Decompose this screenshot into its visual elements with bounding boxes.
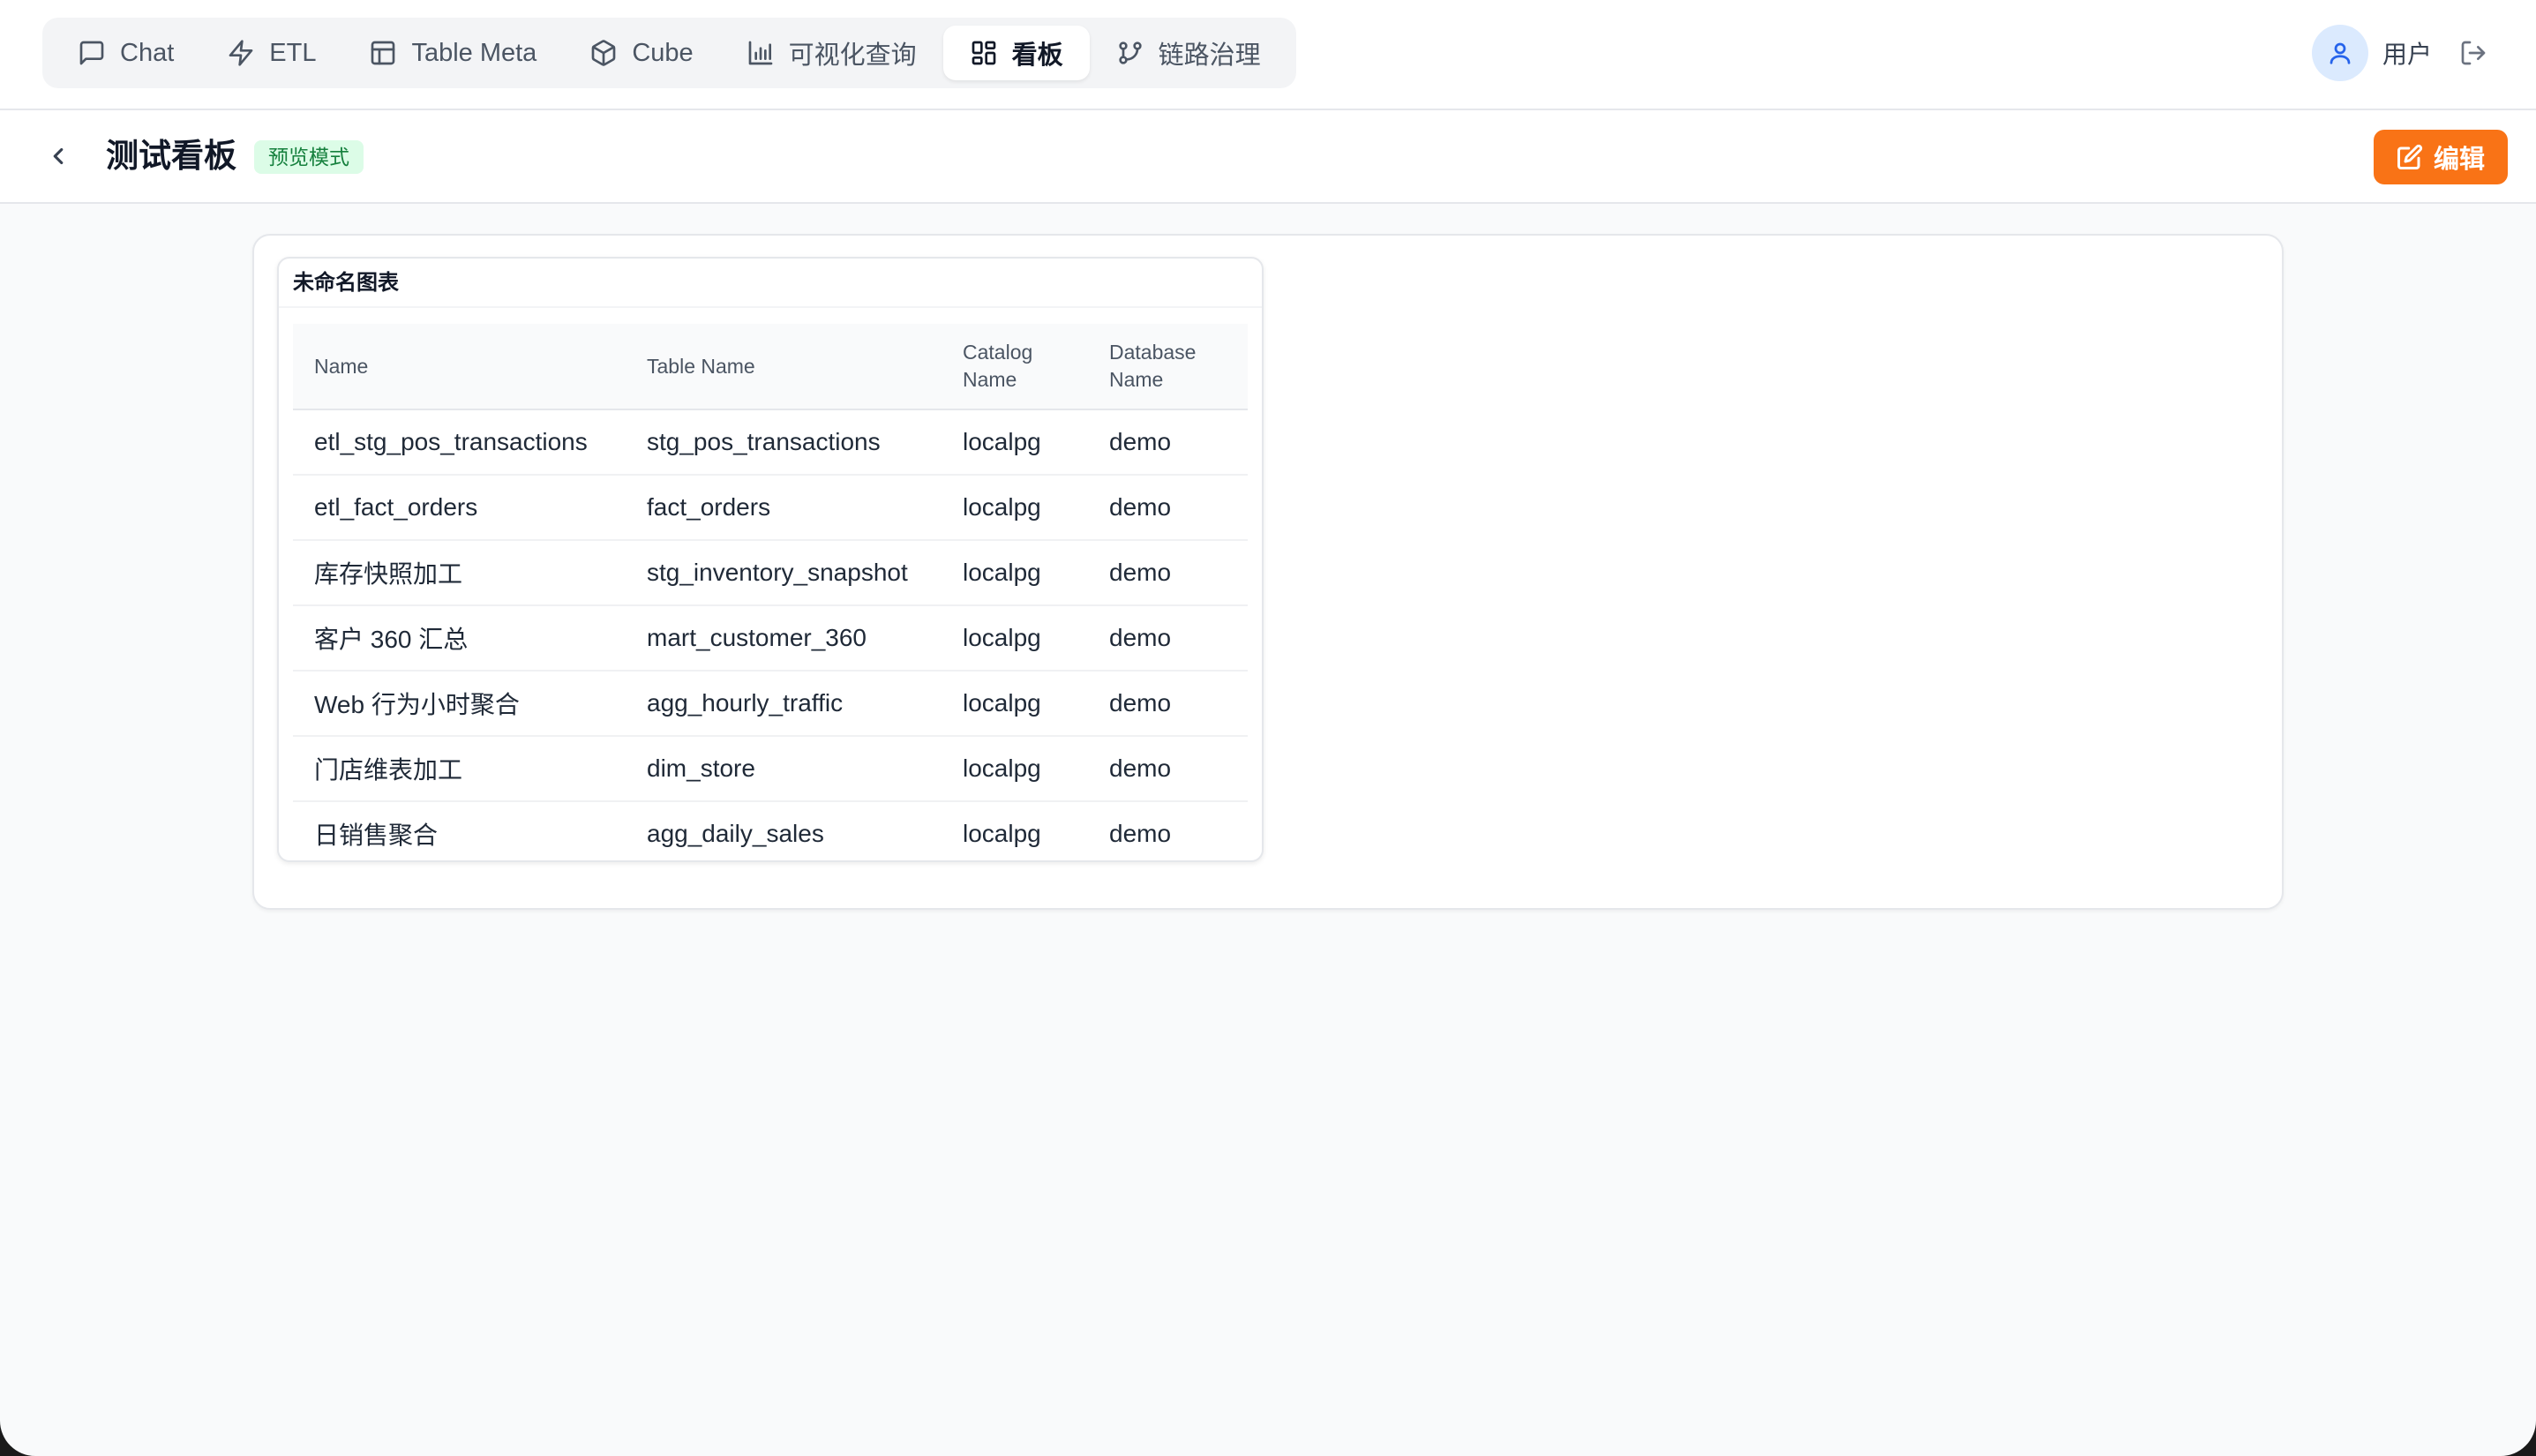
bar-chart-icon	[748, 41, 772, 65]
cell-database-name: demo	[1088, 605, 1248, 672]
cell-catalog-name: localpg	[942, 540, 1088, 606]
user-icon	[2330, 42, 2351, 64]
cube-icon	[591, 40, 616, 66]
table-row: etl_stg_pos_transactions stg_pos_transac…	[293, 409, 1248, 476]
tab-chat[interactable]: Chat	[51, 26, 200, 80]
avatar[interactable]	[2311, 25, 2368, 81]
widget-title: 未命名图表	[279, 259, 1262, 308]
cell-name: 日销售聚合	[293, 801, 626, 860]
tab-label: Cube	[632, 38, 694, 67]
tab-label: ETL	[269, 38, 317, 67]
dashboard-icon	[972, 41, 995, 65]
column-header-table-name[interactable]: Table Name	[626, 324, 942, 410]
cell-table-name: dim_store	[626, 736, 942, 802]
edit-button-label: 编辑	[2433, 146, 2485, 174]
log-out-icon	[2461, 41, 2486, 65]
dashboard-canvas: 未命名图表 Name Table Name Catalog Name Datab…	[252, 234, 2284, 910]
column-header-name[interactable]: Name	[293, 324, 626, 410]
cell-database-name: demo	[1088, 475, 1248, 541]
table-row: 门店维表加工 dim_store localpg demo	[293, 736, 1248, 802]
dashboard-header: 测试看板 预览模式 编辑	[0, 110, 2536, 204]
cell-name: Web 行为小时聚合	[293, 671, 626, 737]
table-row: etl_fact_orders fact_orders localpg demo	[293, 475, 1248, 541]
tab-label: 看板	[1011, 41, 1063, 70]
main-nav: Chat ETL Table Meta Cube 可视化查询 看板 链路治理	[42, 18, 1296, 88]
app-window: Chat ETL Table Meta Cube 可视化查询 看板 链路治理 用…	[0, 0, 2536, 1456]
cell-catalog-name: localpg	[942, 736, 1088, 802]
cell-database-name: demo	[1088, 671, 1248, 737]
cell-name: 门店维表加工	[293, 736, 626, 802]
cell-name: etl_stg_pos_transactions	[293, 409, 626, 476]
edit-icon	[2397, 144, 2423, 169]
table-row: Web 行为小时聚合 agg_hourly_traffic localpg de…	[293, 671, 1248, 737]
edit-button[interactable]: 编辑	[2373, 130, 2508, 184]
page-title: 测试看板	[106, 138, 236, 174]
cell-database-name: demo	[1088, 409, 1248, 476]
cell-name: 客户 360 汇总	[293, 605, 626, 672]
table-icon	[371, 41, 395, 65]
cell-catalog-name: localpg	[942, 671, 1088, 737]
zap-icon	[229, 40, 253, 66]
table-widget[interactable]: 未命名图表 Name Table Name Catalog Name Datab…	[277, 257, 1264, 862]
tab-label: Chat	[120, 38, 175, 67]
git-branch-icon	[1119, 41, 1142, 64]
cell-database-name: demo	[1088, 540, 1248, 606]
cell-catalog-name: localpg	[942, 605, 1088, 672]
tab-table-meta[interactable]: Table Meta	[342, 26, 563, 80]
status-badge: 预览模式	[254, 140, 364, 174]
cell-catalog-name: localpg	[942, 801, 1088, 860]
cell-table-name: stg_inventory_snapshot	[626, 540, 942, 606]
cell-table-name: stg_pos_transactions	[626, 409, 942, 476]
tab-etl[interactable]: ETL	[200, 26, 342, 80]
tab-dashboard[interactable]: 看板	[942, 26, 1090, 80]
cell-database-name: demo	[1088, 801, 1248, 860]
tab-label: Table Meta	[411, 38, 537, 67]
cell-table-name: agg_hourly_traffic	[626, 671, 942, 737]
column-header-catalog-name[interactable]: Catalog Name	[942, 324, 1088, 410]
cell-table-name: mart_customer_360	[626, 605, 942, 672]
tab-label: 可视化查询	[788, 41, 917, 70]
cell-catalog-name: localpg	[942, 409, 1088, 476]
cell-table-name: fact_orders	[626, 475, 942, 541]
data-table: Name Table Name Catalog Name Database Na…	[293, 324, 1248, 860]
table-row: 库存快照加工 stg_inventory_snapshot localpg de…	[293, 540, 1248, 606]
back-button[interactable]	[39, 137, 78, 176]
table-header-row: Name Table Name Catalog Name Database Na…	[293, 324, 1248, 410]
tab-lineage[interactable]: 链路治理	[1090, 26, 1287, 80]
top-navigation-bar: Chat ETL Table Meta Cube 可视化查询 看板 链路治理 用…	[0, 0, 2536, 110]
chevron-left-icon	[53, 147, 64, 165]
column-header-database-name[interactable]: Database Name	[1088, 324, 1248, 410]
cell-table-name: agg_daily_sales	[626, 801, 942, 860]
tab-visual-query[interactable]: 可视化查询	[720, 26, 943, 80]
cell-catalog-name: localpg	[942, 475, 1088, 541]
tab-cube[interactable]: Cube	[563, 26, 719, 80]
user-name: 用户	[2382, 41, 2432, 68]
tab-label: 链路治理	[1158, 41, 1261, 70]
logout-button[interactable]	[2458, 38, 2488, 68]
cell-name: etl_fact_orders	[293, 475, 626, 541]
message-square-icon	[79, 41, 104, 65]
cell-name: 库存快照加工	[293, 540, 626, 606]
user-menu: 用户	[2311, 25, 2488, 81]
table-row: 日销售聚合 agg_daily_sales localpg demo	[293, 801, 1248, 860]
cell-database-name: demo	[1088, 736, 1248, 802]
table-row: 客户 360 汇总 mart_customer_360 localpg demo	[293, 605, 1248, 672]
